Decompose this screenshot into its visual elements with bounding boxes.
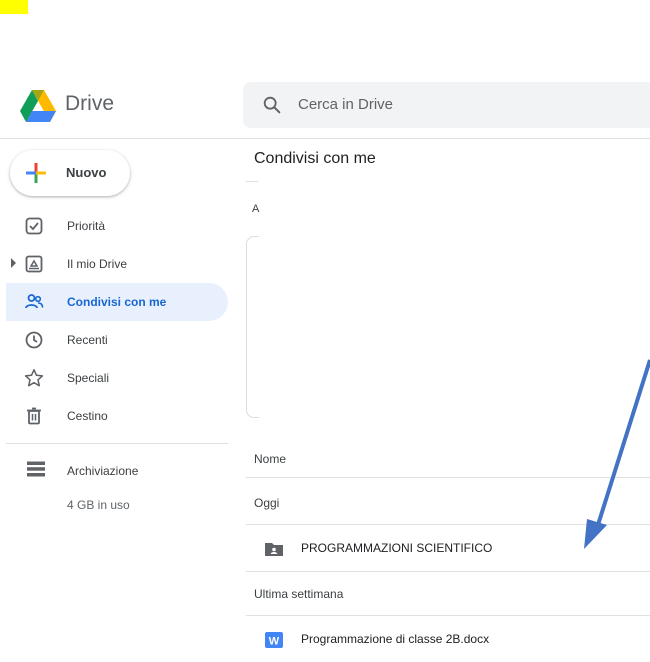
checkbox-icon — [25, 217, 43, 235]
word-document-icon: W — [265, 632, 283, 648]
group-label-today: Oggi — [254, 496, 280, 510]
sidebar-item-label: Condivisi con me — [67, 295, 167, 309]
file-name: Programmazione di classe 2B.docx — [301, 632, 490, 646]
row-divider — [246, 524, 650, 525]
column-header-name[interactable]: Nome — [254, 452, 286, 466]
search-placeholder[interactable]: Cerca in Drive — [298, 96, 393, 113]
app-name[interactable]: Drive — [65, 92, 114, 116]
sidebar-item-label: Speciali — [67, 371, 110, 385]
header-divider — [246, 477, 650, 478]
svg-text:W: W — [269, 636, 280, 648]
sidebar-divider — [6, 443, 228, 444]
sidebar-item-condivisi-con-me[interactable]: Condivisi con me — [6, 283, 228, 321]
trash-icon — [27, 407, 41, 425]
sidebar-item-cestino[interactable]: Cestino — [6, 397, 228, 435]
star-icon — [24, 369, 44, 387]
sidebar-item-label: Priorità — [67, 219, 106, 233]
drive-logo-icon[interactable] — [20, 90, 56, 122]
shared-icon — [25, 294, 44, 309]
yellow-highlight — [0, 0, 28, 14]
row-divider — [246, 571, 650, 572]
clock-icon — [25, 331, 43, 349]
sidebar-item-il-mio-drive[interactable]: Il mio Drive — [6, 245, 228, 283]
sidebar-item-speciali[interactable]: Speciali — [6, 359, 228, 397]
plus-icon — [26, 163, 46, 183]
row-divider — [246, 615, 650, 616]
file-row[interactable]: PROGRAMMAZIONI SCIENTIFICO — [246, 527, 650, 571]
search-icon[interactable] — [261, 94, 283, 116]
file-row[interactable]: W Programmazione di classe 2B.docx — [246, 618, 650, 662]
sidebar-item-priorita[interactable]: Priorità — [6, 207, 228, 245]
header-divider — [0, 138, 650, 139]
page-title: Condivisi con me — [254, 150, 376, 167]
file-name: PROGRAMMAZIONI SCIENTIFICO — [301, 541, 493, 555]
title-divider — [246, 181, 258, 182]
truncated-text: A — [252, 203, 260, 215]
drive-icon — [25, 255, 43, 273]
sidebar-item-recenti[interactable]: Recenti — [6, 321, 228, 359]
sidebar-item-label: Recenti — [67, 333, 108, 347]
new-button-label: Nuovo — [66, 165, 107, 180]
expand-arrow-icon[interactable] — [11, 258, 16, 268]
storage-icon — [27, 461, 45, 477]
suggested-card-edge[interactable] — [246, 236, 259, 418]
search-bar[interactable]: Cerca in Drive — [243, 82, 650, 128]
new-button[interactable]: Nuovo — [10, 150, 130, 196]
shared-folder-icon — [265, 543, 283, 556]
sidebar-item-label: Cestino — [67, 409, 108, 423]
storage-label[interactable]: Archiviazione — [67, 464, 138, 478]
sidebar-item-label: Il mio Drive — [67, 257, 128, 271]
group-label-last-week: Ultima settimana — [254, 587, 344, 601]
storage-usage: 4 GB in uso — [67, 498, 130, 512]
